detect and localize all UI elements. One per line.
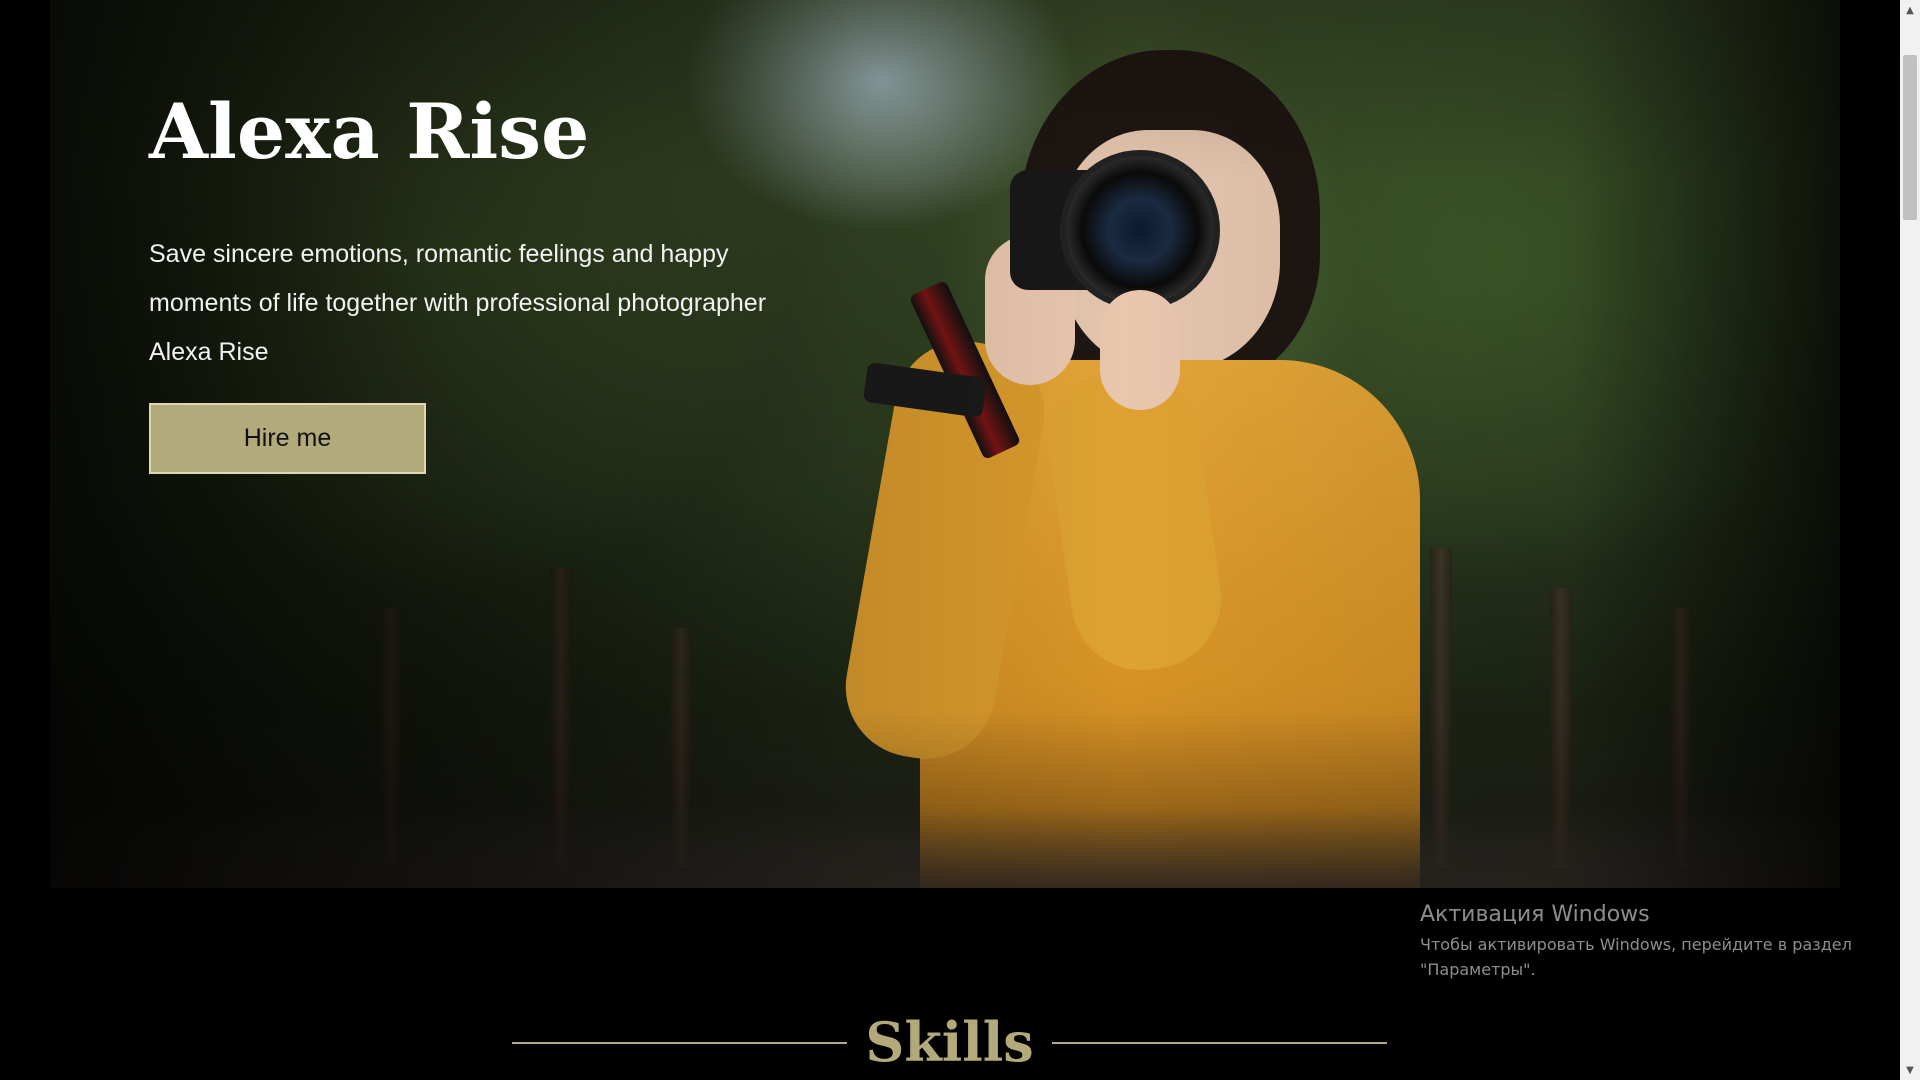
windows-activation-text: Чтобы активировать Windows, перейдите в … (1420, 935, 1852, 979)
hero-title: Alexa Rise (149, 87, 590, 176)
windows-activation-watermark: Активация Windows Чтобы активировать Win… (1420, 898, 1860, 982)
hire-me-button[interactable]: Hire me (149, 403, 426, 474)
scrollbar-thumb[interactable] (1903, 55, 1917, 220)
skills-title: Skills (865, 1010, 1034, 1074)
hero-subtitle: Save sincere emotions, romantic feelings… (149, 240, 767, 366)
windows-activation-title: Активация Windows (1420, 902, 1650, 927)
skills-heading: Skills (512, 1005, 1388, 1080)
divider-line (512, 1041, 848, 1044)
page: Alexa Rise Save sincere emotions, romant… (0, 0, 1920, 1080)
vertical-scrollbar[interactable]: ▲ ▼ (1900, 0, 1920, 1080)
chevron-down-icon[interactable]: ▼ (1900, 1060, 1920, 1080)
divider-line (1051, 1041, 1388, 1044)
chevron-up-icon[interactable]: ▲ (1900, 0, 1920, 20)
